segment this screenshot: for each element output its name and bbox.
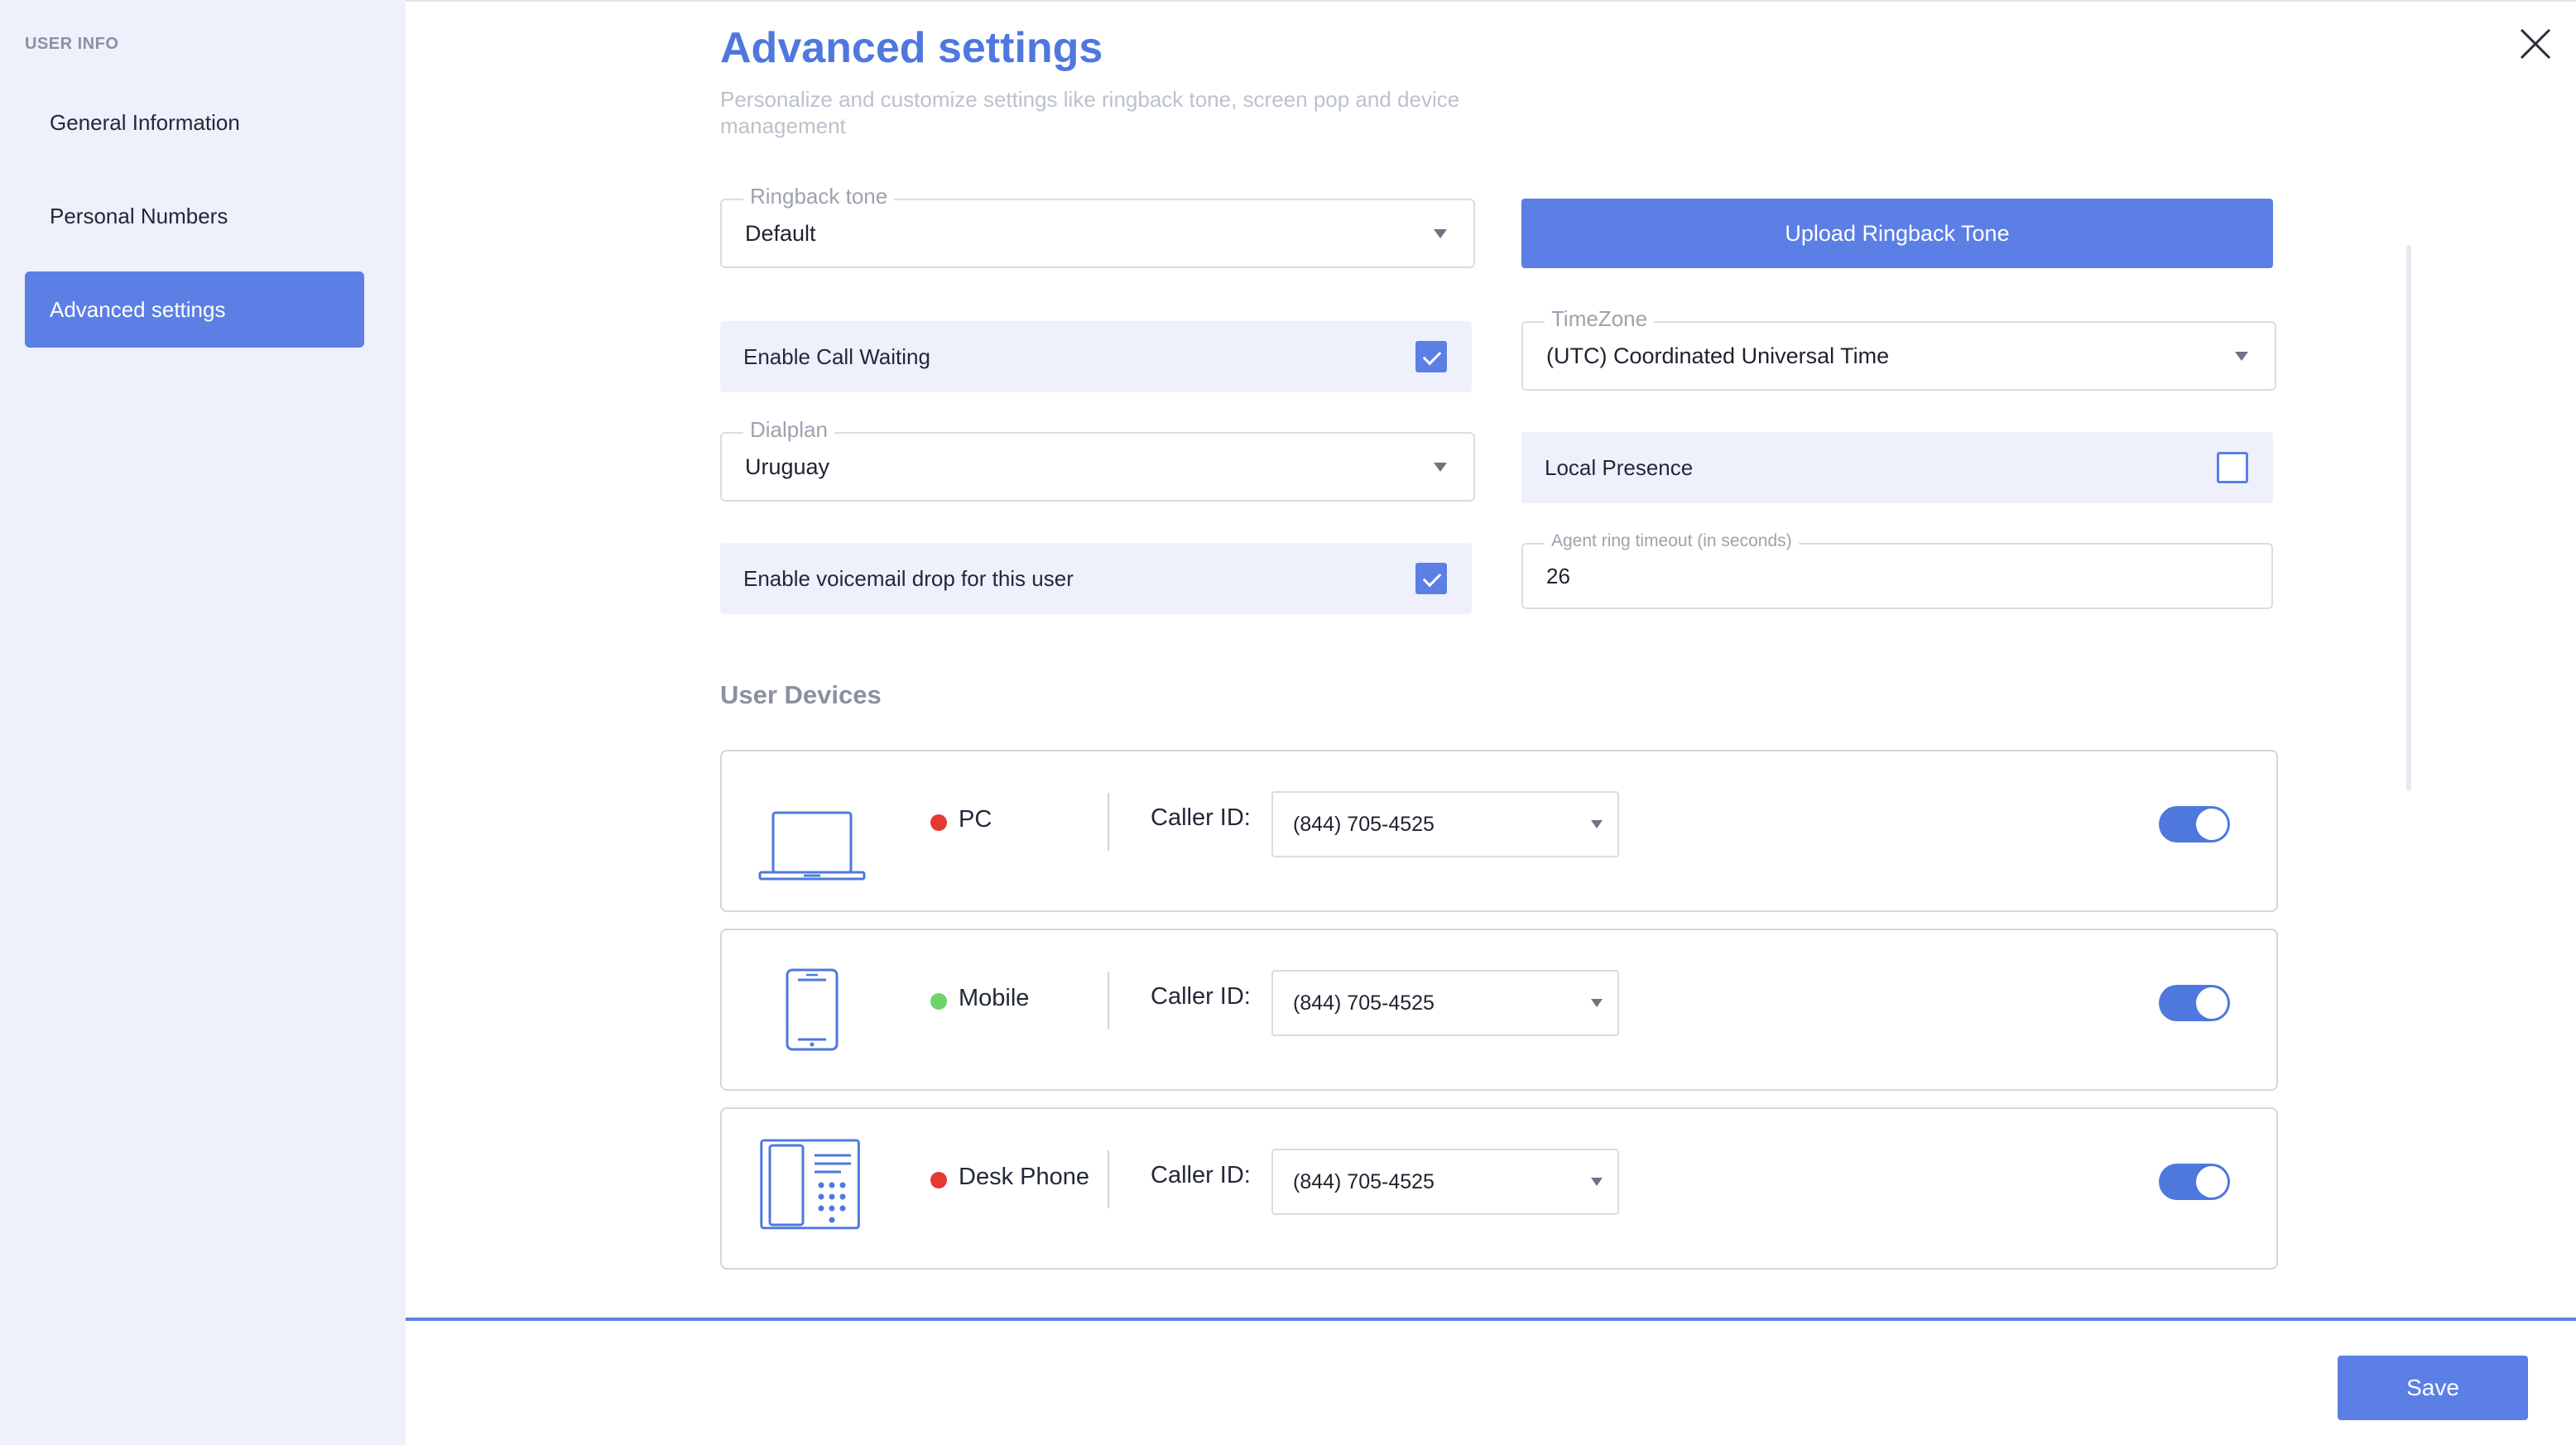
sidebar-section-title: USER INFO xyxy=(25,35,119,53)
status-dot xyxy=(930,1172,947,1188)
divider xyxy=(1108,972,1109,1030)
top-divider xyxy=(406,0,2576,2)
device-card-desk-phone: Desk Phone Caller ID: (844) 705-4525 xyxy=(720,1107,2278,1270)
user-devices-title: User Devices xyxy=(720,680,882,709)
sidebar-item-advanced-settings[interactable]: Advanced settings xyxy=(25,271,364,348)
device-enabled-toggle[interactable] xyxy=(2159,985,2230,1021)
chevron-down-icon xyxy=(2235,352,2248,361)
chevron-down-icon xyxy=(1591,820,1603,828)
chevron-down-icon xyxy=(1591,1178,1603,1186)
mobile-phone-icon xyxy=(786,968,839,1051)
sidebar-item-label: General Information xyxy=(50,109,240,135)
call-waiting-checkbox[interactable] xyxy=(1415,341,1447,372)
device-card-pc: PC Caller ID: (844) 705-4525 xyxy=(720,750,2278,912)
dialplan-select[interactable]: Dialplan Uruguay xyxy=(720,417,1475,502)
device-name: PC xyxy=(959,806,992,833)
chevron-down-icon xyxy=(1591,999,1603,1007)
local-presence-label: Local Presence xyxy=(1545,454,1694,480)
desk-phone-icon xyxy=(760,1139,860,1230)
caller-id-label: Caller ID: xyxy=(1151,1162,1251,1188)
scrollbar[interactable] xyxy=(2406,245,2411,791)
chevron-down-icon xyxy=(1434,229,1447,238)
upload-ringback-tone-button[interactable]: Upload Ringback Tone xyxy=(1521,199,2273,268)
caller-id-select[interactable]: (844) 705-4525 xyxy=(1271,1149,1619,1215)
caller-id-value: (844) 705-4525 xyxy=(1293,812,1435,836)
advanced-settings-modal: USER INFO General Information Personal N… xyxy=(0,0,2576,1445)
caller-id-label: Caller ID: xyxy=(1151,804,1251,831)
local-presence-row[interactable]: Local Presence xyxy=(1521,432,2273,503)
device-card-mobile: Mobile Caller ID: (844) 705-4525 xyxy=(720,929,2278,1091)
close-icon xyxy=(2520,28,2551,60)
local-presence-checkbox[interactable] xyxy=(2217,452,2248,483)
status-dot xyxy=(930,814,947,831)
device-enabled-toggle[interactable] xyxy=(2159,1164,2230,1200)
status-dot xyxy=(930,993,947,1010)
timezone-select[interactable]: TimeZone (UTC) Coordinated Universal Tim… xyxy=(1521,306,2276,391)
page-subtitle: Personalize and customize settings like … xyxy=(720,87,1460,138)
agent-ring-timeout-input[interactable]: Agent ring timeout (in seconds) 26 xyxy=(1521,531,2273,609)
device-name: Mobile xyxy=(959,985,1030,1011)
sidebar-item-label: Advanced settings xyxy=(50,296,226,322)
footer-divider xyxy=(406,1318,2576,1321)
call-waiting-row[interactable]: Enable Call Waiting xyxy=(720,321,1472,392)
laptop-icon xyxy=(758,811,866,881)
caller-id-select[interactable]: (844) 705-4525 xyxy=(1271,970,1619,1036)
divider xyxy=(1108,793,1109,851)
caller-id-value: (844) 705-4525 xyxy=(1293,1169,1435,1193)
save-button[interactable]: Save xyxy=(2338,1356,2528,1420)
voicemail-drop-checkbox[interactable] xyxy=(1415,563,1447,594)
sidebar: USER INFO General Information Personal N… xyxy=(0,0,406,1445)
caller-id-value: (844) 705-4525 xyxy=(1293,991,1435,1015)
voicemail-drop-row[interactable]: Enable voicemail drop for this user xyxy=(720,543,1472,614)
timezone-value: (UTC) Coordinated Universal Time xyxy=(1546,343,1890,368)
page-title: Advanced settings xyxy=(720,24,1103,72)
close-button[interactable] xyxy=(2516,25,2554,63)
sidebar-item-label: Personal Numbers xyxy=(50,203,228,228)
ringback-tone-select[interactable]: Ringback tone Default xyxy=(720,184,1475,268)
voicemail-drop-label: Enable voicemail drop for this user xyxy=(743,565,1074,591)
sidebar-item-general-information[interactable]: General Information xyxy=(25,84,364,161)
device-enabled-toggle[interactable] xyxy=(2159,806,2230,843)
caller-id-select[interactable]: (844) 705-4525 xyxy=(1271,791,1619,857)
agent-ring-timeout-label: Agent ring timeout (in seconds) xyxy=(1545,531,1799,551)
caller-id-label: Caller ID: xyxy=(1151,983,1251,1010)
chevron-down-icon xyxy=(1434,463,1447,472)
device-name: Desk Phone xyxy=(959,1164,1089,1190)
call-waiting-label: Enable Call Waiting xyxy=(743,343,930,369)
divider xyxy=(1108,1150,1109,1208)
ringback-tone-value: Default xyxy=(745,220,816,246)
agent-ring-timeout-value: 26 xyxy=(1546,563,1570,588)
sidebar-item-personal-numbers[interactable]: Personal Numbers xyxy=(25,178,364,254)
dialplan-value: Uruguay xyxy=(745,454,830,479)
